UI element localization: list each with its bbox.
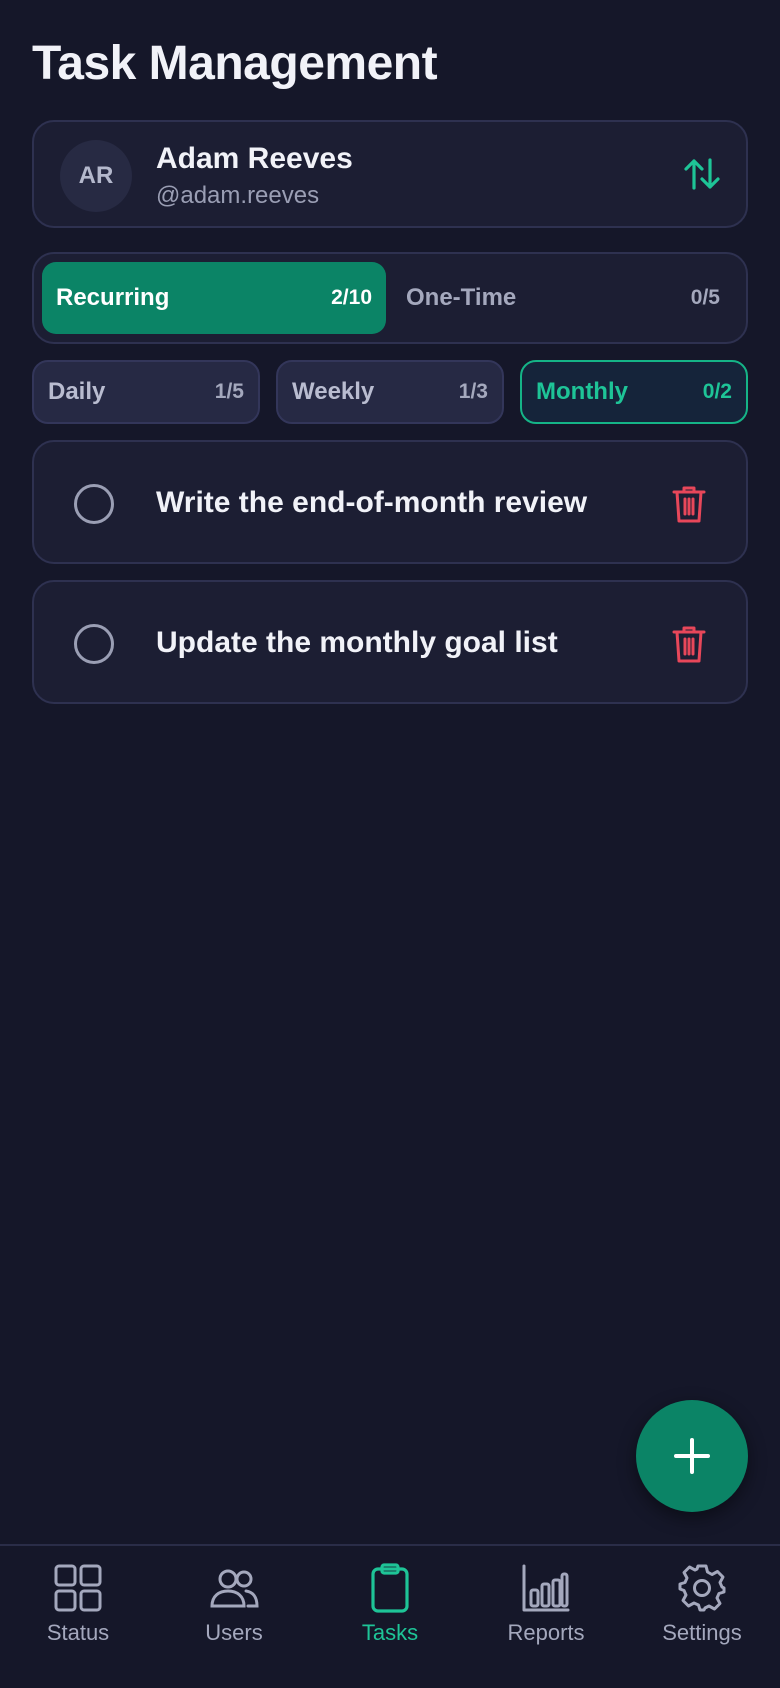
trash-icon[interactable]: [672, 484, 706, 524]
filter-label: Monthly: [536, 378, 628, 405]
nav-label: Users: [205, 1620, 263, 1645]
filter-count: 0/2: [702, 380, 732, 403]
switch-user-button[interactable]: [680, 152, 724, 196]
task-checkbox[interactable]: [74, 484, 114, 524]
task-management-screen: Task Management AR Adam Reeves @adam.ree…: [0, 0, 780, 1688]
nav-label: Settings: [662, 1620, 742, 1645]
tab-recurring[interactable]: Recurring 2/10: [42, 262, 386, 334]
bar-chart-icon: [522, 1564, 570, 1612]
tab-count: 2/10: [331, 286, 372, 309]
swap-vertical-icon: [684, 158, 720, 190]
task-text: Update the monthly goal list: [156, 626, 558, 659]
trash-icon[interactable]: [672, 624, 706, 664]
nav-label: Tasks: [361, 1620, 419, 1645]
filter-weekly[interactable]: Weekly 1/3: [276, 360, 504, 424]
task-checkbox[interactable]: [74, 624, 114, 664]
filter-count: 1/5: [214, 380, 244, 403]
nav-item-settings[interactable]: Settings: [624, 1562, 780, 1672]
tab-label: One-Time: [406, 284, 517, 311]
nav-item-users[interactable]: Users: [156, 1562, 312, 1672]
task-item: Update the monthly goal list: [32, 580, 748, 704]
nav-item-tasks[interactable]: Tasks: [312, 1562, 468, 1672]
grid-icon: [54, 1564, 102, 1612]
avatar: AR: [60, 140, 132, 212]
filter-label: Weekly: [292, 378, 375, 405]
nav-label: Status: [46, 1620, 110, 1645]
filter-count: 1/3: [458, 380, 488, 403]
nav-label: Reports: [507, 1620, 585, 1645]
task-text: Write the end-of-month review: [156, 486, 588, 519]
tab-label: Recurring: [56, 284, 170, 311]
tab-one-time[interactable]: One-Time 0/5: [394, 262, 740, 334]
user-handle: @adam.reeves: [156, 182, 320, 209]
plus-icon: [674, 1438, 710, 1474]
gear-icon: [678, 1564, 726, 1612]
page-title: Task Management: [32, 37, 438, 90]
tab-count: 0/5: [690, 286, 720, 309]
filter-monthly[interactable]: Monthly 0/2: [520, 360, 748, 424]
users-icon: [210, 1569, 259, 1608]
add-task-button[interactable]: [636, 1400, 748, 1512]
task-item: Write the end-of-month review: [32, 440, 748, 564]
user-card[interactable]: AR Adam Reeves @adam.reeves: [32, 120, 748, 228]
filter-label: Daily: [48, 378, 106, 405]
nav-item-reports[interactable]: Reports: [468, 1562, 624, 1672]
filter-daily[interactable]: Daily 1/5: [32, 360, 260, 424]
task-type-tabs: Recurring 2/10 One-Time 0/5: [32, 252, 748, 344]
clipboard-icon: [371, 1563, 409, 1613]
user-name: Adam Reeves: [156, 142, 353, 175]
bottom-navigation: Status Users Tasks Reports Settings: [0, 1544, 780, 1688]
nav-item-status[interactable]: Status: [0, 1562, 156, 1672]
